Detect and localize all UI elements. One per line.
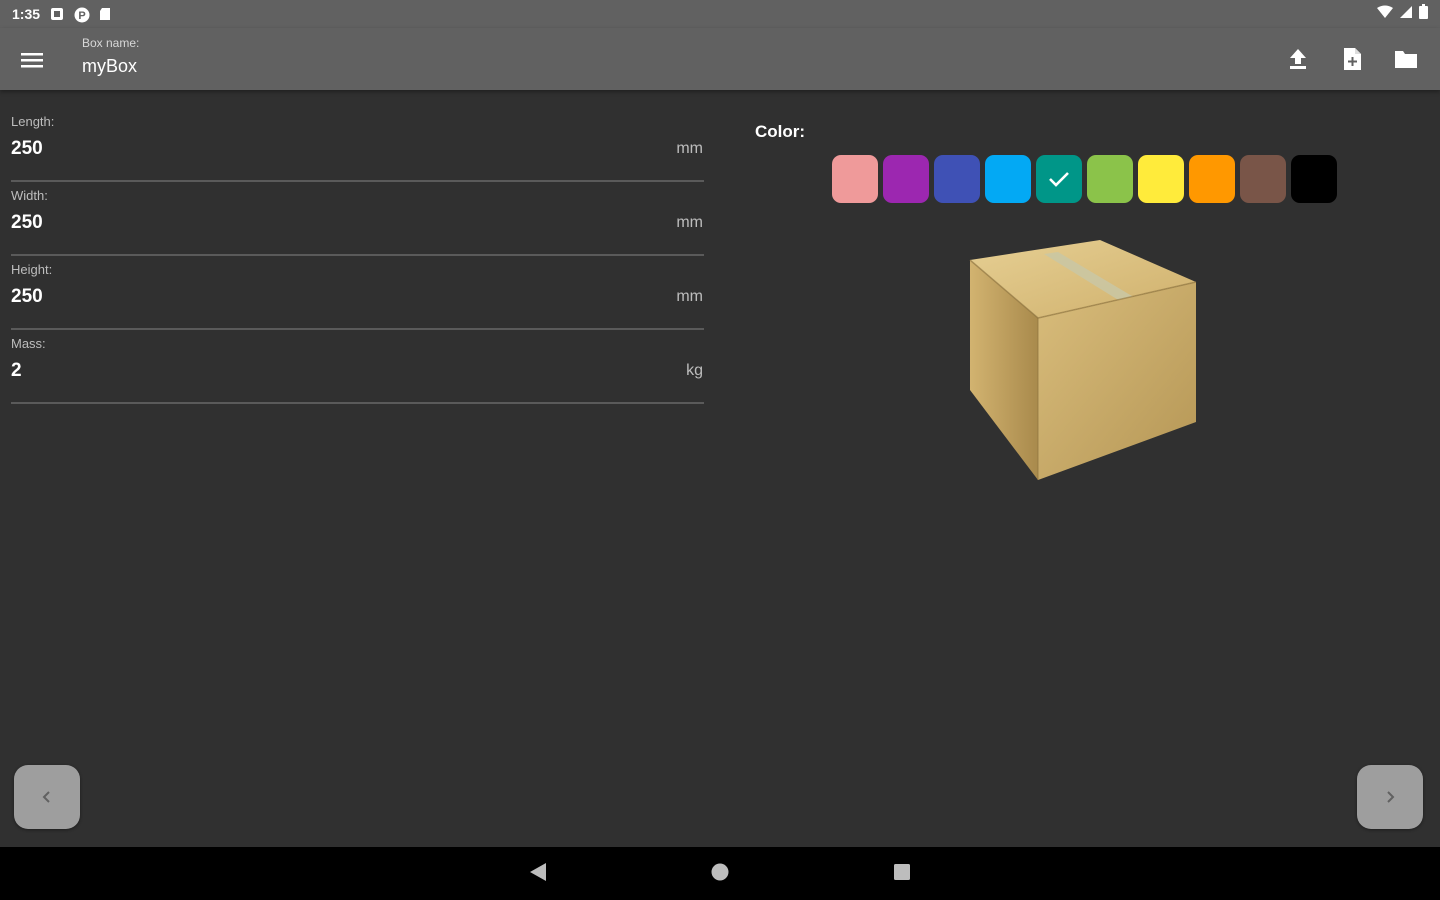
wifi-icon — [1377, 5, 1393, 24]
color-label: Color: — [755, 122, 806, 141]
field-label: Mass: — [11, 336, 46, 351]
mass-input[interactable]: 2 — [11, 360, 22, 382]
field-label: Width: — [11, 188, 48, 203]
color-swatch[interactable] — [883, 155, 929, 203]
dimension-fields: Length: 250 mm Width: 250 mm Height: 250… — [11, 108, 704, 404]
color-swatch[interactable] — [1291, 155, 1337, 203]
length-input[interactable]: 250 — [11, 138, 43, 160]
color-swatch[interactable] — [1240, 155, 1286, 203]
color-swatches — [832, 155, 1337, 203]
menu-button[interactable] — [12, 40, 52, 80]
status-time: 1:35 — [12, 6, 41, 22]
chevron-right-icon — [1387, 791, 1395, 803]
field-label: Height: — [11, 262, 53, 277]
folder-button[interactable] — [1390, 42, 1422, 76]
color-swatch[interactable] — [832, 155, 878, 203]
color-swatch[interactable] — [1036, 155, 1082, 203]
status-right — [1377, 4, 1428, 24]
width-field[interactable]: Width: 250 mm — [11, 182, 704, 256]
mass-field[interactable]: Mass: 2 kg — [11, 330, 704, 404]
sd-card-icon — [98, 7, 112, 21]
upload-button[interactable] — [1282, 42, 1314, 76]
cardboard-box-icon — [969, 240, 1197, 480]
app-toolbar: Box name: myBox — [0, 28, 1440, 90]
upload-icon — [1290, 49, 1306, 69]
box-name-label: Box name: — [82, 36, 140, 50]
height-input[interactable]: 250 — [11, 286, 43, 308]
system-navigation-bar — [0, 847, 1440, 900]
status-left: 1:35 P — [12, 6, 112, 23]
home-circle-icon — [711, 863, 729, 881]
color-swatch[interactable] — [1087, 155, 1133, 203]
length-field[interactable]: Length: 250 mm — [11, 108, 704, 182]
field-unit: mm — [676, 288, 703, 305]
back-button[interactable] — [528, 861, 548, 888]
width-input[interactable]: 250 — [11, 212, 43, 234]
color-swatch[interactable] — [1138, 155, 1184, 203]
home-button[interactable] — [710, 861, 730, 888]
recents-square-icon — [894, 864, 910, 880]
battery-icon — [1419, 4, 1428, 24]
box-illustration — [960, 232, 1210, 492]
back-triangle-icon — [530, 863, 546, 881]
recents-button[interactable] — [892, 861, 912, 888]
color-swatch[interactable] — [1189, 155, 1235, 203]
checkmark-icon — [1049, 172, 1069, 187]
new-file-icon — [1344, 48, 1361, 70]
field-unit: kg — [686, 362, 703, 379]
color-swatch[interactable] — [985, 155, 1031, 203]
status-bar: 1:35 P — [0, 0, 1440, 28]
signal-icon — [1399, 5, 1413, 24]
svg-text:P: P — [78, 10, 85, 22]
toolbar-actions — [1282, 42, 1422, 76]
height-field[interactable]: Height: 250 mm — [11, 256, 704, 330]
new-file-button[interactable] — [1336, 42, 1368, 76]
previous-page-button[interactable] — [14, 765, 80, 829]
p-badge-icon: P — [74, 7, 90, 23]
box-name-value[interactable]: myBox — [82, 56, 139, 77]
notification-square-icon — [50, 7, 64, 21]
hamburger-menu-icon — [21, 53, 43, 68]
next-page-button[interactable] — [1357, 765, 1423, 829]
box-name-block[interactable]: Box name: myBox — [82, 36, 139, 77]
field-unit: mm — [676, 140, 703, 157]
field-label: Length: — [11, 114, 55, 129]
folder-icon — [1395, 51, 1417, 68]
field-unit: mm — [676, 214, 703, 231]
chevron-left-icon — [42, 791, 50, 803]
color-swatch[interactable] — [934, 155, 980, 203]
